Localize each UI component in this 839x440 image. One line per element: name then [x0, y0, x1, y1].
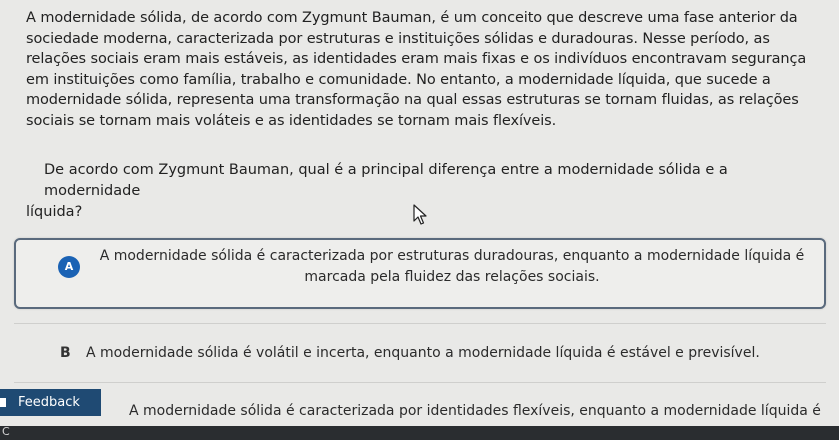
feedback-icon [0, 398, 6, 407]
bottom-bar-glyph: C [2, 425, 10, 438]
passage-line: sociais se tornam mais voláteis e as ide… [26, 112, 557, 129]
option-letter-badge: A [58, 256, 80, 278]
option-text: A modernidade sólida é caracterizada por… [129, 403, 821, 419]
feedback-button[interactable]: Feedback [0, 389, 101, 416]
option-text: A modernidade sólida é caracterizada por… [92, 246, 812, 288]
passage-line: em instituições como família, trabalho e… [26, 71, 771, 88]
answer-option-a[interactable]: A A modernidade sólida é caracterizada p… [14, 238, 826, 309]
passage-line: modernidade sólida, representa uma trans… [26, 92, 799, 109]
answer-option-b[interactable]: B A modernidade sólida é volátil e incer… [14, 336, 826, 372]
option-text-line: marcada pela fluidez das relações sociai… [304, 269, 600, 285]
bottom-bar: C [0, 425, 839, 440]
passage-line: sociedade moderna, caracterizada por est… [26, 30, 770, 47]
option-text: A modernidade sólida é volátil e incerta… [86, 345, 760, 361]
passage-line: A modernidade sólida, de acordo com Zygm… [26, 10, 798, 26]
feedback-label: Feedback [18, 395, 80, 410]
option-letter: B [60, 345, 71, 361]
arrow-cursor-icon [413, 204, 427, 225]
option-divider [14, 323, 826, 324]
option-text-line: A modernidade sólida é caracterizada por… [99, 248, 805, 264]
answer-option-c[interactable]: A modernidade sólida é caracterizada por… [14, 396, 826, 426]
passage-text: A modernidade sólida, de acordo com Zygm… [26, 8, 816, 132]
passage-line: relações sociais eram mais estáveis, as … [26, 51, 807, 68]
option-divider [14, 382, 826, 383]
question-line: De acordo com Zygmunt Bauman, qual é a p… [44, 162, 728, 199]
